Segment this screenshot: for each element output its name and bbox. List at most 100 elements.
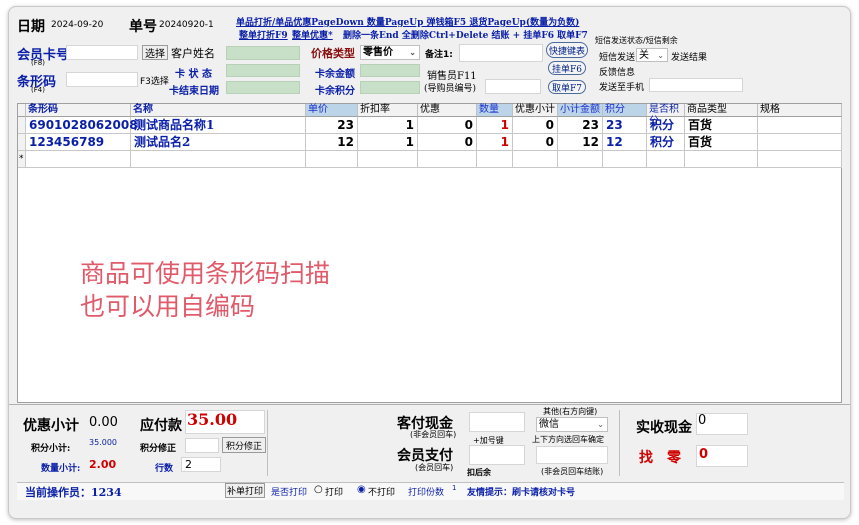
cell-name[interactable]: 测试商品名称1 (131, 117, 306, 134)
shortcut-keys-button[interactable]: 快捷键表 (546, 42, 588, 58)
radio-checked-icon[interactable]: ◉ (357, 484, 366, 495)
cell-qty[interactable] (477, 151, 513, 168)
cell-barcode[interactable]: 123456789 (26, 134, 131, 151)
cell-promo[interactable]: 0 (418, 117, 477, 134)
col-header-price[interactable]: 单价 (306, 104, 358, 117)
cell-price[interactable]: 23 (306, 117, 358, 134)
cell-barcode[interactable]: 6901028062008 (26, 117, 138, 134)
actual-cash-value: 0 (698, 413, 707, 428)
col-header-promo[interactable]: 优惠 (418, 104, 477, 117)
cell-spec[interactable] (758, 151, 842, 168)
salesman-input[interactable] (485, 79, 541, 94)
cell-barcode[interactable] (26, 151, 131, 168)
cell-qty[interactable]: 1 (477, 134, 513, 151)
member-card-input[interactable] (66, 45, 138, 60)
take-order-button[interactable]: 取单F7 (548, 80, 586, 94)
print-question-label: 是否打印 (271, 488, 308, 498)
cell-name[interactable] (131, 151, 306, 168)
cell-discount[interactable] (358, 151, 418, 168)
cell-promo[interactable]: 0 (418, 134, 477, 151)
new-row-marker: * (18, 151, 26, 168)
price-type-select[interactable]: 零售价 ⌄ (360, 45, 420, 60)
customer-name-field (226, 46, 300, 60)
other-pay-input[interactable] (536, 446, 608, 464)
divider (9, 404, 850, 405)
cell-discount[interactable]: 1 (358, 117, 418, 134)
other-pay-hint: (非会员回车结账) (541, 467, 604, 476)
print-copies-value[interactable]: 1 (452, 484, 456, 492)
col-header-spec[interactable]: 规格 (758, 104, 842, 117)
card-balance-field (360, 64, 420, 77)
row-selector[interactable] (18, 134, 26, 151)
col-header-promo-subtotal[interactable]: 优惠小计 (513, 104, 558, 117)
deduct-label: 扣后余 (467, 467, 491, 477)
reprint-button[interactable]: 补单打印 (225, 483, 265, 498)
cell-points[interactable]: 23 (603, 117, 647, 134)
col-header-type[interactable]: 商品类型 (685, 104, 758, 117)
shortcut-whole-promo[interactable]: 整单优惠* (292, 28, 333, 41)
shortcut-hint-line1: 单品打折/单品优惠PageDown 数量PageUp 弹钱箱F5 退货PageU… (236, 18, 580, 28)
hang-order-button[interactable]: 挂单F6 (548, 61, 586, 75)
sms-phone-input[interactable] (649, 78, 743, 92)
cell-is-points[interactable]: 积分 (647, 134, 685, 151)
date-value: 2024-09-20 (51, 20, 104, 30)
points-subtotal-value: 35.000 (89, 438, 117, 447)
shortcut-whole-discount[interactable]: 整单打折F9 (239, 28, 288, 41)
cell-spec[interactable] (758, 134, 842, 151)
cell-type[interactable]: 百货 (685, 117, 758, 134)
cell-promo[interactable] (418, 151, 477, 168)
no-print-option[interactable]: 不打印 (368, 485, 395, 498)
order-label: 单号 (129, 19, 157, 35)
col-header-subtotal[interactable]: 小计金额 (558, 104, 603, 117)
col-header-is-points[interactable]: 是否积分 (647, 104, 685, 127)
col-header-points[interactable]: 积分 (603, 104, 647, 117)
member-pay-input[interactable] (469, 445, 525, 465)
cell-is-points[interactable]: 积分 (647, 117, 685, 134)
card-status-field (226, 64, 300, 77)
cell-discount[interactable]: 1 (358, 134, 418, 151)
cell-points[interactable]: 12 (603, 134, 647, 151)
note-label: 备注1: (425, 50, 453, 60)
cell-promo-subtotal[interactable] (513, 151, 558, 168)
cell-type[interactable]: 百货 (685, 134, 758, 151)
col-header-barcode[interactable]: 条形码 (26, 104, 131, 117)
cell-name[interactable]: 测试品名2 (131, 134, 306, 151)
items-table: 条形码 名称 单价 折扣率 优惠 数量 优惠小计 小计金额 积分 是否积分 商品… (17, 103, 842, 403)
sms-send-select[interactable]: 关 ⌄ (636, 48, 668, 62)
row-selector[interactable] (18, 117, 26, 134)
current-operator: 当前操作员：1234 (25, 486, 122, 499)
cell-subtotal[interactable]: 23 (558, 117, 603, 134)
radio-unchecked-icon[interactable]: ○ (314, 484, 323, 495)
card-expire-label: 卡结束日期 (169, 86, 219, 97)
divider (619, 410, 620, 476)
shortcut-hint-line2: 删除一条End 全删除Ctrl+Delete 结账 + 挂单F6 取单F7 (343, 31, 588, 41)
cell-subtotal[interactable] (558, 151, 603, 168)
cell-is-points[interactable] (647, 151, 685, 168)
cell-price[interactable]: 12 (306, 134, 358, 151)
cell-spec[interactable] (758, 117, 842, 134)
cell-subtotal[interactable]: 12 (558, 134, 603, 151)
cell-type[interactable] (685, 151, 758, 168)
col-header-qty[interactable]: 数量 (477, 104, 513, 117)
cell-points[interactable] (603, 151, 647, 168)
member-select-button[interactable]: 选择 (142, 45, 168, 60)
cash-hint: (非会员回车) (410, 430, 457, 439)
f3-select-link[interactable]: F3选择 (140, 74, 169, 87)
cell-promo-subtotal[interactable]: 0 (513, 117, 558, 134)
cell-price[interactable] (306, 151, 358, 168)
points-adjust-button[interactable]: 积分修正 (222, 437, 266, 453)
col-header-name[interactable]: 名称 (131, 104, 306, 117)
price-type-label: 价格类型 (311, 47, 355, 60)
other-pay-select[interactable]: 微信 ⌄ (536, 417, 608, 432)
card-points-field (360, 81, 420, 94)
sms-result-label: 发送结果 (671, 53, 708, 63)
col-header-discount[interactable]: 折扣率 (358, 104, 418, 117)
promo-subtotal-label: 优惠小计 (23, 418, 79, 434)
note-input[interactable] (459, 44, 543, 62)
barcode-input[interactable] (66, 72, 138, 87)
cash-input[interactable] (469, 412, 525, 432)
cell-qty[interactable]: 1 (477, 117, 513, 134)
points-adjust-input[interactable] (185, 438, 219, 453)
cell-promo-subtotal[interactable]: 0 (513, 134, 558, 151)
print-option[interactable]: 打印 (325, 485, 343, 498)
